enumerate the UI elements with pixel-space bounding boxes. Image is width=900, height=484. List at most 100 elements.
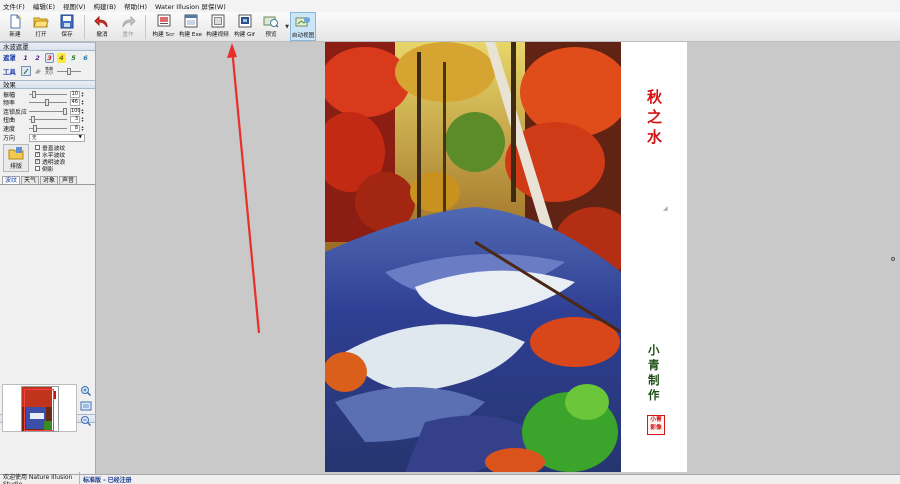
effect-value-field[interactable]: 8 xyxy=(70,124,80,132)
redo-button[interactable]: 重作 xyxy=(115,12,141,41)
checkbox-icon[interactable]: ✓ xyxy=(35,151,40,157)
effect-slider-thumb[interactable] xyxy=(63,107,67,115)
ripple-options: 垂直波纹 ✓ 水平波纹 ✓ 透明波浪 倒影 xyxy=(35,144,65,174)
fit-window-icon[interactable] xyxy=(80,400,92,412)
layout-folder-icon xyxy=(8,146,24,159)
mask-4-button[interactable]: 4 xyxy=(57,52,66,63)
auto-view-button[interactable]: 自动视图 xyxy=(290,12,316,41)
status-bar: 欢迎使用 Nature Illusion Studio 标准版 - 已经注册 xyxy=(0,471,900,484)
redo-arrow-icon xyxy=(122,15,136,28)
tab-objects[interactable]: 对象 xyxy=(40,175,59,184)
mask-2-button[interactable]: 2 xyxy=(33,53,42,63)
effect-value-field[interactable]: 10 xyxy=(70,90,80,98)
layout-button[interactable]: 排版 xyxy=(3,143,29,172)
effect-slider-thumb[interactable] xyxy=(31,116,35,124)
option-label: 倒影 xyxy=(42,166,54,173)
menu-bar: 文件(F) 编辑(E) 视图(V) 构建(B) 帮助(H) Water Illu… xyxy=(0,0,900,12)
poster-page[interactable]: 秋 之 水 ◢ 小 青 制 作 小青 影像 xyxy=(325,42,687,472)
preview-button[interactable]: 预览 xyxy=(258,12,284,41)
canvas-area[interactable]: 秋 之 水 ◢ 小 青 制 作 小青 影像 xyxy=(96,42,900,474)
tab-sound[interactable]: 声音 xyxy=(59,175,78,184)
build-scr-button[interactable]: 构建 Scr xyxy=(150,12,177,41)
navigation-viewport-frame[interactable] xyxy=(24,389,54,431)
effect-slider-track[interactable] xyxy=(29,90,67,98)
tab-weather[interactable]: 天气 xyxy=(21,175,40,184)
effect-slider-track[interactable] xyxy=(29,107,67,115)
menu-view[interactable]: 视图(V) xyxy=(63,1,86,11)
checkbox-icon[interactable] xyxy=(35,144,40,150)
spin-arrows-icon[interactable]: ▴ ▾ xyxy=(80,124,85,132)
checkbox-icon[interactable] xyxy=(35,165,40,171)
direction-row: 方向 无 ▼ xyxy=(0,133,95,143)
effect-slider-track[interactable] xyxy=(29,99,67,107)
menu-edit[interactable]: 编辑(E) xyxy=(33,1,55,11)
spin-arrows-icon[interactable]: ▴ ▾ xyxy=(80,99,85,106)
direction-select[interactable]: 无 ▼ xyxy=(29,133,85,142)
save-button[interactable]: 保存 xyxy=(54,12,80,41)
effect-value-field[interactable]: 100 xyxy=(70,107,81,115)
brush-size-label: 笔端大小 xyxy=(45,66,53,75)
build-video-icon xyxy=(211,14,224,28)
status-edition: 标准版 - 已经注册 xyxy=(83,477,132,484)
build-gif-button[interactable]: 构建 Gif xyxy=(231,12,258,41)
resize-grip-icon[interactable]: ◢ xyxy=(663,205,670,212)
effect-slider-track[interactable] xyxy=(29,116,67,124)
menu-help[interactable]: 帮助(H) xyxy=(124,1,147,11)
direction-label: 方向 xyxy=(3,135,16,142)
effect-slider-row: 扭曲 3 ▴ ▾ xyxy=(0,116,95,125)
open-button[interactable]: 打开 xyxy=(28,12,54,41)
spin-arrows-icon[interactable]: ▴ ▾ xyxy=(80,107,85,115)
effect-slider-row: 速度 8 ▴ ▾ xyxy=(0,124,95,133)
effect-value-field[interactable]: 3 xyxy=(70,116,80,124)
preview-icon xyxy=(263,16,279,28)
brush-size-slider[interactable] xyxy=(57,67,81,75)
zoom-out-icon[interactable] xyxy=(80,415,92,427)
build-video-button[interactable]: 构建视频 xyxy=(204,12,231,41)
menu-build[interactable]: 构建(B) xyxy=(94,1,117,11)
mask-3-button[interactable]: 3 xyxy=(45,52,54,63)
eraser-icon[interactable] xyxy=(34,67,42,75)
canvas-anchor-dot[interactable] xyxy=(891,257,895,261)
effect-sliders: 振幅 10 ▴ ▾ 频率 46 ▴ ▾ 连锁反应 100 ▴ ▾ 扭曲 3 ▴ ▾ 速度 8 ▴ ▾ xyxy=(0,89,95,133)
chevron-down-icon: ▼ xyxy=(78,135,82,140)
spin-arrows-icon[interactable]: ▴ ▾ xyxy=(80,116,85,123)
tools-row: 工具 笔端大小 xyxy=(0,64,95,78)
menu-file[interactable]: 文件(F) xyxy=(3,1,25,11)
effect-slider-row: 连锁反应 100 ▴ ▾ xyxy=(0,107,95,116)
tab-ripple[interactable]: 波纹 xyxy=(2,175,21,184)
spin-arrows-icon[interactable]: ▴ ▾ xyxy=(80,90,85,98)
seal-line-2: 影像 xyxy=(650,425,662,431)
brush-icon[interactable] xyxy=(21,66,31,76)
poster-title-char-2: 之 xyxy=(647,108,663,126)
effect-slider-thumb[interactable] xyxy=(45,99,49,107)
signature-char-2: 青 xyxy=(648,358,660,372)
toolbar: 新建 打开 保存 撤消 重作 构建 Scr 构建 Exe 构建视频 构建 Gif… xyxy=(0,12,900,42)
effect-value-field[interactable]: 46 xyxy=(70,99,80,107)
effect-slider-track[interactable] xyxy=(29,124,67,132)
toolbar-separator xyxy=(84,15,85,39)
mask-row: 遮罩 1 2 3 4 5 6 xyxy=(0,51,95,64)
mask-1-button[interactable]: 1 xyxy=(21,53,30,63)
effect-slider-thumb[interactable] xyxy=(33,124,37,132)
mask-5-button[interactable]: 5 xyxy=(69,53,78,63)
new-button[interactable]: 新建 xyxy=(2,12,28,41)
brush-size-thumb[interactable] xyxy=(67,67,71,75)
undo-button[interactable]: 撤消 xyxy=(89,12,115,41)
checkbox-icon[interactable]: ✓ xyxy=(35,158,40,164)
build-exe-button[interactable]: 构建 Exe xyxy=(177,12,204,41)
mask-label: 遮罩 xyxy=(3,54,16,62)
toolbar-separator xyxy=(145,15,146,39)
autumn-stream-photo[interactable] xyxy=(325,42,621,472)
tools-label: 工具 xyxy=(3,67,16,76)
panel-tabs: 波纹 天气 对象 声音 xyxy=(0,175,95,185)
auto-view-icon xyxy=(295,17,310,27)
red-seal-stamp: 小青 影像 xyxy=(647,415,665,435)
menu-screensaver[interactable]: Water Illusion 屏保(W) xyxy=(155,1,226,11)
navigation-preview[interactable] xyxy=(2,384,77,432)
option-checkbox[interactable]: 倒影 xyxy=(35,165,65,173)
effect-slider-label: 速度 xyxy=(3,125,16,133)
zoom-in-icon[interactable] xyxy=(80,385,92,397)
effect-slider-thumb[interactable] xyxy=(32,90,36,98)
mask-6-button[interactable]: 6 xyxy=(81,53,90,63)
effect-slider-row: 振幅 10 ▴ ▾ xyxy=(0,90,95,99)
